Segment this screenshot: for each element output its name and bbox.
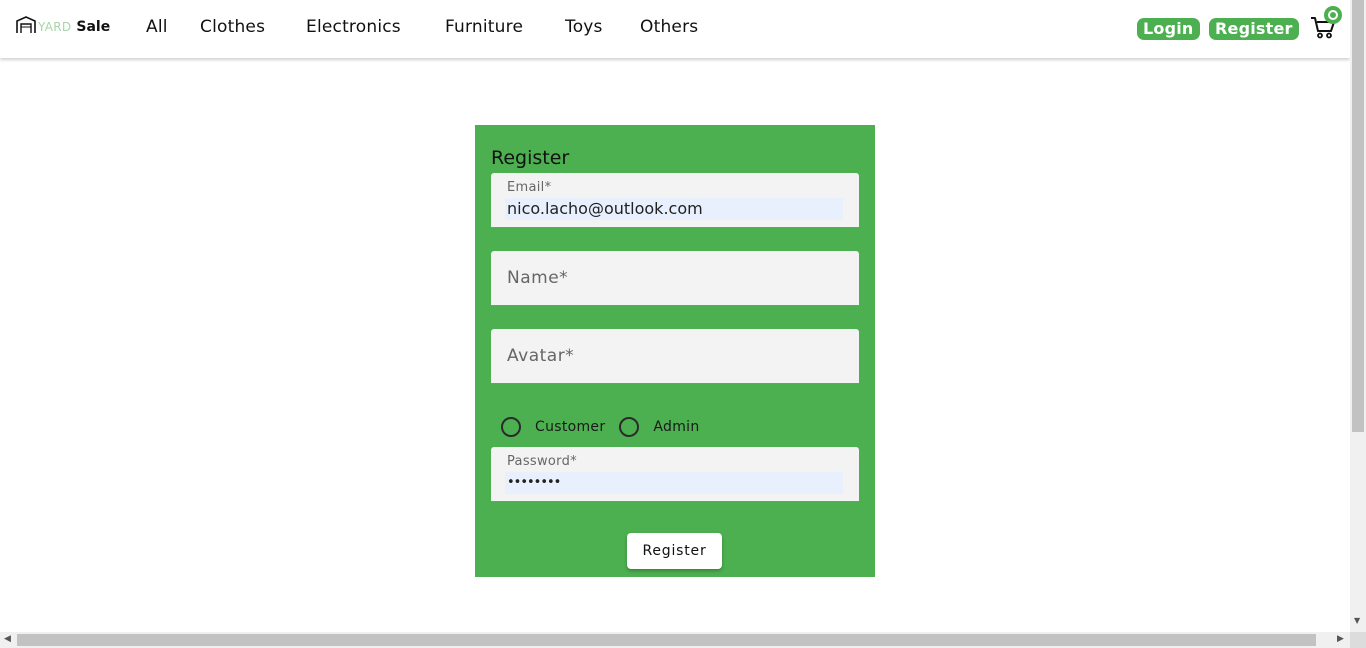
form-title: Register <box>491 147 570 169</box>
scroll-down-arrow-icon[interactable]: ▼ <box>1354 616 1360 625</box>
nav-clothes[interactable]: Clothes <box>200 17 265 37</box>
password-label: Password* <box>507 454 577 469</box>
nav-electronics[interactable]: Electronics <box>306 17 401 37</box>
password-field[interactable]: Password* •••••••• <box>491 447 859 502</box>
nav-others[interactable]: Others <box>640 17 698 37</box>
logo-yard-text: YARD <box>38 20 72 34</box>
register-submit-button[interactable]: Register <box>627 533 722 569</box>
garage-icon <box>16 16 36 38</box>
scroll-right-arrow-icon[interactable]: ▶ <box>1337 634 1344 644</box>
scrollbar-corner <box>1350 632 1366 648</box>
login-button[interactable]: Login <box>1137 18 1200 40</box>
vertical-scrollbar[interactable]: ▼ <box>1350 0 1366 632</box>
role-radio-group: Customer Admin <box>501 416 714 438</box>
logo[interactable]: YARD Sale <box>16 16 110 38</box>
admin-radio-label[interactable]: Admin <box>653 419 699 435</box>
cart-count: 0 <box>1328 10 1338 20</box>
name-field[interactable]: Name* <box>491 251 859 306</box>
customer-radio[interactable] <box>501 417 521 437</box>
register-form: Register Email* nico.lacho@outlook.com N… <box>475 125 875 577</box>
name-input[interactable]: Name* <box>507 268 568 288</box>
logo-sale-text: Sale <box>76 19 111 35</box>
email-field[interactable]: Email* nico.lacho@outlook.com <box>491 173 859 228</box>
avatar-input[interactable]: Avatar* <box>507 346 574 366</box>
vertical-scroll-thumb[interactable] <box>1352 0 1364 432</box>
cart-count-badge: 0 <box>1324 6 1342 24</box>
horizontal-scrollbar[interactable]: ◀ ▶ <box>0 632 1350 648</box>
avatar-field[interactable]: Avatar* <box>491 329 859 384</box>
nav-furniture[interactable]: Furniture <box>445 17 523 37</box>
email-label: Email* <box>507 180 552 195</box>
nav-toys[interactable]: Toys <box>565 17 603 37</box>
email-input[interactable]: nico.lacho@outlook.com <box>505 198 843 220</box>
password-input[interactable]: •••••••• <box>505 472 843 494</box>
nav-all[interactable]: All <box>146 17 168 37</box>
admin-radio[interactable] <box>619 417 640 437</box>
horizontal-scroll-thumb[interactable] <box>17 634 1316 646</box>
customer-radio-label[interactable]: Customer <box>535 419 605 435</box>
top-navbar: YARD Sale All Clothes Electronics Furnit… <box>0 0 1350 58</box>
register-nav-button[interactable]: Register <box>1209 18 1299 40</box>
scroll-left-arrow-icon[interactable]: ◀ <box>4 634 11 644</box>
